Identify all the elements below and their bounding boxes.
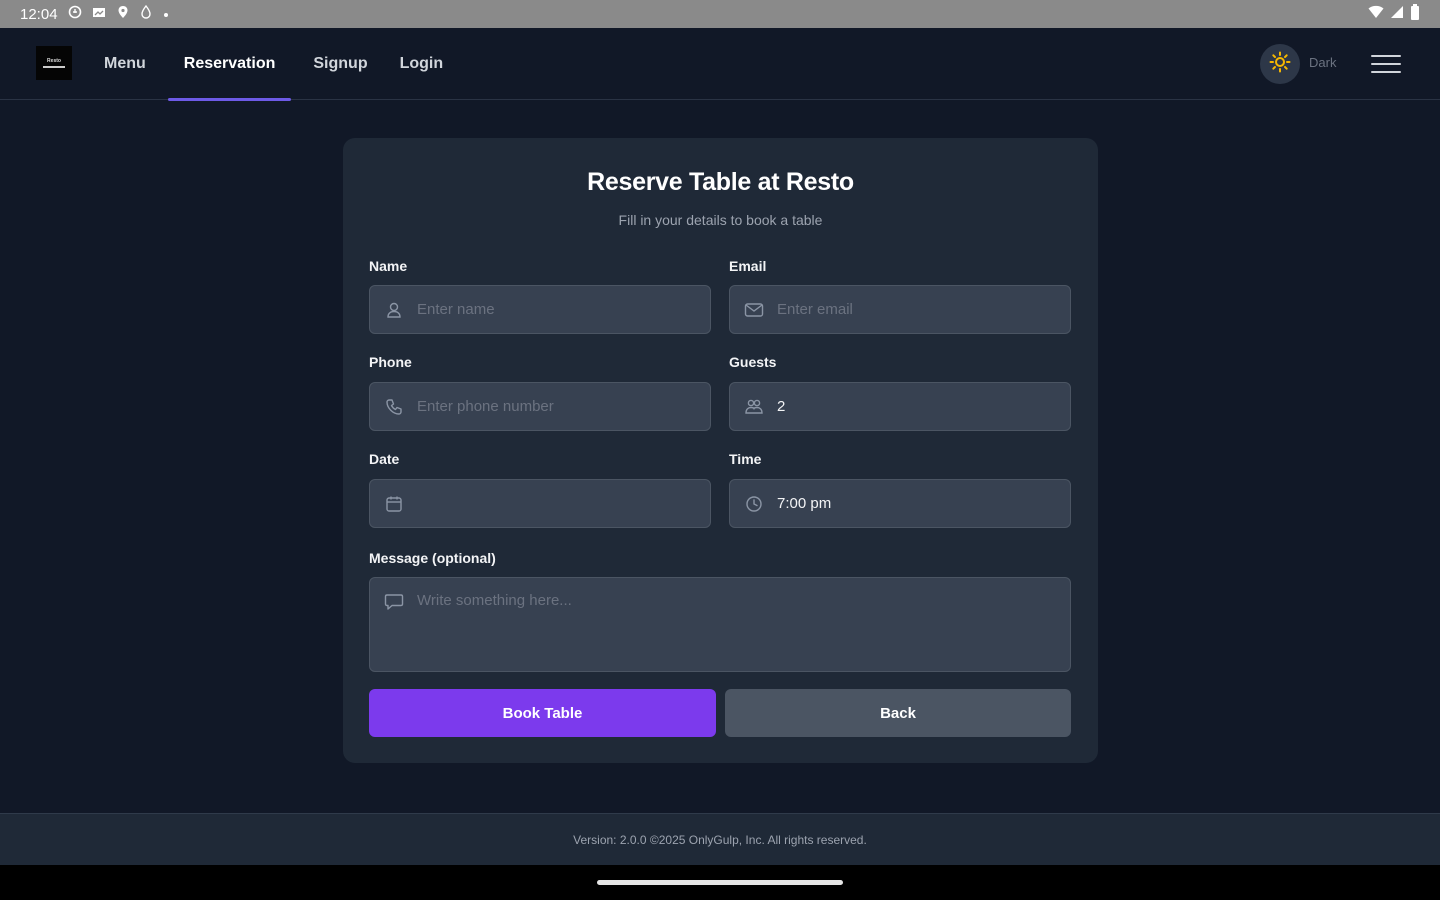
signal-icon: [1390, 5, 1404, 23]
hamburger-line: [1371, 55, 1401, 57]
name-field[interactable]: [369, 285, 711, 334]
dot-icon: [162, 6, 170, 23]
hamburger-line: [1371, 63, 1401, 65]
calendar-icon: [384, 494, 404, 514]
phone-input[interactable]: [417, 398, 710, 415]
date-field[interactable]: [369, 479, 711, 528]
name-input[interactable]: [417, 301, 710, 318]
guests-input[interactable]: [777, 398, 1070, 415]
time-field[interactable]: [729, 479, 1071, 528]
footer-text: Version: 2.0.0 ©2025 OnlyGulp, Inc. All …: [573, 832, 867, 847]
top-navbar: Resto Menu Reservation Signup Login Dark: [0, 28, 1440, 101]
app-window: Resto Menu Reservation Signup Login Dark…: [0, 28, 1440, 865]
user-icon: [384, 300, 404, 320]
logo-text: Resto: [47, 58, 61, 64]
nav-link-signup[interactable]: Signup: [297, 28, 383, 100]
status-left: 12:04: [20, 4, 170, 23]
email-input[interactable]: [777, 301, 1070, 318]
system-navigation-bar: [0, 865, 1440, 900]
name-label: Name: [369, 258, 408, 274]
chat-icon: [384, 592, 404, 612]
page-footer: Version: 2.0.0 ©2025 OnlyGulp, Inc. All …: [0, 813, 1440, 865]
phone-icon: [384, 397, 404, 417]
status-time: 12:04: [20, 5, 58, 23]
form-title: Reserve Table at Resto: [587, 168, 854, 196]
wifi-icon: [1368, 5, 1384, 23]
hamburger-icon[interactable]: [1371, 50, 1401, 78]
guests-field[interactable]: [729, 382, 1071, 431]
clock-icon: [744, 494, 764, 514]
system-status-bar: 12:04: [0, 0, 1440, 28]
guests-label: Guests: [729, 354, 777, 370]
sun-icon: [1269, 51, 1291, 78]
photos-icon: [92, 5, 106, 23]
back-button[interactable]: Back: [725, 689, 1071, 737]
message-label: Message (optional): [369, 550, 496, 566]
app-logo[interactable]: Resto: [36, 46, 72, 80]
time-input[interactable]: [777, 495, 1070, 512]
location-icon: [116, 5, 130, 23]
date-input[interactable]: [417, 495, 710, 512]
theme-label: Dark: [1309, 55, 1337, 70]
hamburger-line: [1371, 71, 1401, 73]
theme-toggle-button[interactable]: [1260, 44, 1300, 84]
logo-underline: [43, 66, 65, 68]
nav-links: Menu Reservation Signup Login: [88, 28, 460, 101]
guests-icon: [744, 397, 764, 417]
reservation-card: Reserve Table at Resto Fill in your deta…: [343, 138, 1098, 763]
email-label: Email: [729, 258, 767, 274]
vpn-key-icon: [68, 5, 82, 23]
form-subtitle: Fill in your details to book a table: [618, 212, 823, 228]
message-field[interactable]: [369, 577, 1071, 672]
date-label: Date: [369, 451, 400, 467]
phone-field[interactable]: [369, 382, 711, 431]
nav-link-login[interactable]: Login: [384, 28, 460, 100]
message-textarea[interactable]: [417, 592, 1070, 652]
phone-label: Phone: [369, 354, 412, 370]
drop-icon: [140, 4, 152, 23]
status-right: [1368, 4, 1420, 24]
book-table-button[interactable]: Book Table: [369, 689, 716, 737]
nav-link-menu[interactable]: Menu: [88, 28, 162, 100]
nav-link-reservation[interactable]: Reservation: [167, 28, 292, 101]
time-label: Time: [729, 451, 762, 467]
battery-icon: [1410, 4, 1420, 24]
email-field[interactable]: [729, 285, 1071, 334]
mail-icon: [744, 300, 764, 320]
home-gesture-handle[interactable]: [597, 880, 843, 885]
